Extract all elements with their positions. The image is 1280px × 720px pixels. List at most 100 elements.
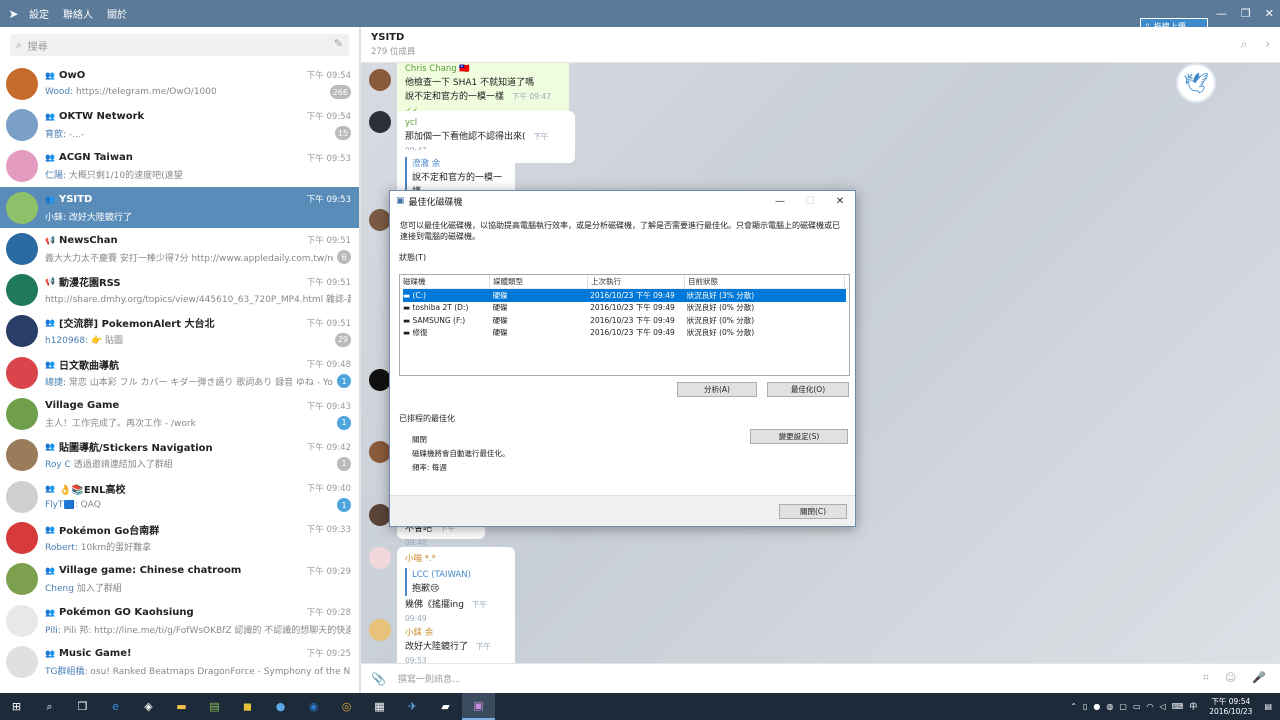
avatar [6, 356, 38, 389]
restore-icon[interactable]: ❐ [1241, 7, 1251, 20]
search-icon[interactable]: ⌕ [1240, 37, 1247, 52]
app-icon[interactable]: ◉ [297, 693, 330, 720]
avatar[interactable] [369, 209, 391, 231]
chat-list-item[interactable]: 👥 貼圖導航/Stickers Navigation 下午 09:42 Roy C 透… [0, 435, 359, 476]
message-sender[interactable]: ycl [405, 116, 567, 130]
task-view-icon[interactable]: ❐ [66, 693, 99, 720]
optimize-button[interactable]: 最佳化(O) [767, 382, 849, 397]
windows-start-icon[interactable]: ⊞ [0, 693, 33, 720]
wifi-icon[interactable]: ◠ [1147, 702, 1154, 711]
volume-icon[interactable]: ◁ [1160, 702, 1166, 711]
app-icon[interactable]: ◼ [231, 693, 264, 720]
avatar[interactable] [369, 369, 391, 391]
avatar[interactable] [369, 441, 391, 463]
chat-title[interactable]: YSITD [371, 32, 1280, 43]
chat-list-item[interactable]: Village Game 下午 09:43 主人！工作完成了。再次工作 - /wor… [0, 393, 359, 434]
avatar [6, 274, 38, 307]
column-drive[interactable]: 磁碟機 [400, 275, 490, 288]
column-last-run[interactable]: 上次執行 [588, 275, 685, 288]
app-icon[interactable]: ▦ [363, 693, 396, 720]
drive-row[interactable]: ▬ SAMSUNG (F:) 硬碟 2016/10/23 下午 09:49 狀況良好 … [403, 314, 846, 327]
avatar[interactable] [369, 69, 391, 91]
notification-icon[interactable]: ▤ [1264, 702, 1272, 711]
avatar[interactable] [369, 111, 391, 133]
avatar [6, 604, 38, 637]
column-media-type[interactable]: 媒體類型 [490, 275, 588, 288]
column-status[interactable]: 目前狀態 [685, 275, 845, 288]
app-icon[interactable]: ◈ [132, 693, 165, 720]
chrome-icon[interactable]: ◎ [330, 693, 363, 720]
chat-list-item[interactable]: 👥 YSITD 下午 09:53 小銇: 改好大陸鏡行了 [0, 186, 359, 229]
app-icon[interactable]: ▰ [429, 693, 462, 720]
message-composer: 📎 撰寫一則訊息... ⌗ ☺ 🎤 [361, 663, 1280, 693]
chat-list-item[interactable]: 👥 OwO 下午 09:54 Wood: https://telegram.me/Ow… [0, 63, 359, 104]
reply-quote[interactable]: LCC (TAIWAN) 抱歉😢 [405, 568, 507, 596]
close-button[interactable]: 關閉(C) [779, 504, 847, 519]
avatar[interactable] [369, 547, 391, 569]
menu-settings[interactable]: 設定 [29, 6, 49, 21]
clock[interactable]: 下午 09:54 2016/10/23 [1209, 697, 1252, 717]
avatar[interactable] [369, 619, 391, 641]
emoji-icon[interactable]: ☺ [1225, 671, 1236, 685]
message-sender[interactable]: Chris Chang 🇹🇼 [405, 63, 561, 76]
tray-icon[interactable]: ▯ [1083, 702, 1087, 711]
menu-about[interactable]: 關於 [107, 6, 127, 21]
chat-list-item[interactable]: 👥 👌📚ENL高校 下午 09:40 FlyT🟦: QAQ 1 [0, 476, 359, 517]
chat-list-item[interactable]: 👥 Music Game! 下午 09:25 TG群組橋: osu! Ranked B… [0, 641, 359, 682]
tray-icon[interactable]: ▢ [1119, 702, 1127, 711]
chat-name: 貼圖導航/Stickers Navigation [58, 443, 213, 455]
ime-indicator[interactable]: 中 [1189, 701, 1197, 712]
tray-icon[interactable]: ◍ [1106, 702, 1113, 711]
compose-pencil-icon[interactable]: ✎ [334, 37, 343, 50]
tray-icon[interactable]: ● [1093, 702, 1100, 711]
chat-list-item[interactable]: 📢 NewsChan 下午 09:51 義大大力太不慶賽 安打一棒少得7分 http:… [0, 228, 359, 269]
chat-list-item[interactable]: 👥 [交流群] PokemonAlert 大台北 下午 09:51 h120968: … [0, 311, 359, 352]
telegram-icon[interactable]: ● [264, 693, 297, 720]
app-icon[interactable]: ▤ [198, 693, 231, 720]
minimize-icon[interactable]: — [765, 191, 795, 211]
chat-name: [交流群] PokemonAlert 大台北 [58, 319, 215, 331]
search-icon[interactable]: ⌕ [33, 693, 66, 720]
taskbar: ⊞ ⌕ ❐ e ◈ ▬ ▤ ◼ ● ◉ ◎ ▦ ✈ ▰ ▣ ⌃ ▯ ● ◍ ▢ … [0, 693, 1280, 720]
chat-list-item[interactable]: 👥 Pokémon GO Kaohsiung 下午 09:28 Pili: Pili … [0, 600, 359, 641]
analyze-button[interactable]: 分析(A) [677, 382, 757, 397]
app-icon[interactable]: ✈ [396, 693, 429, 720]
menu-contacts[interactable]: 聯絡人 [63, 6, 93, 21]
chat-list-item[interactable]: 👥 Village game: Chinese chatroom 下午 09:29 C… [0, 559, 359, 600]
search-input[interactable]: ⌕ 搜尋 [10, 34, 349, 56]
minimize-icon[interactable]: — [1216, 7, 1227, 20]
message-sender[interactable]: 小喵 *.* [405, 552, 507, 566]
chat-list-item[interactable]: 👥 Pokémon Go台南群 下午 09:33 Robert: 10km的蛋好難拿 [0, 517, 359, 558]
file-explorer-icon[interactable]: ▬ [165, 693, 198, 720]
telegram-logo-icon[interactable]: ➤ [0, 0, 27, 27]
drive-row[interactable]: ▬ toshiba 2T (D:) 硬碟 2016/10/23 下午 09:49 狀況… [403, 302, 846, 315]
chat-name: Pokémon GO Kaohsiung [58, 606, 194, 618]
message-input[interactable]: 撰寫一則訊息... [398, 672, 461, 685]
close-icon[interactable]: ✕ [1265, 7, 1274, 20]
defrag-taskbar-icon[interactable]: ▣ [462, 693, 495, 720]
battery-icon[interactable]: ▭ [1133, 702, 1141, 711]
chevron-up-icon[interactable]: ⌃ [1070, 702, 1077, 711]
chat-time: 下午 09:51 [306, 236, 351, 247]
close-icon[interactable]: ✕ [825, 191, 855, 211]
drive-row[interactable]: ▬ (C:) 硬碟 2016/10/23 下午 09:49 狀況良好 (3% 分散) [403, 289, 846, 302]
keyboard-icon[interactable]: ⌨ [1172, 702, 1184, 711]
chat-list-item[interactable]: 👥 ACGN Taiwan 下午 09:53 仁陽: 大概只剩1/10的速度吧(遠望 [0, 146, 359, 187]
bot-command-icon[interactable]: ⌗ [1203, 671, 1209, 685]
microphone-icon[interactable]: 🎤 [1252, 671, 1266, 685]
attach-icon[interactable]: 📎 [371, 672, 386, 686]
group-icon: 👥 [45, 111, 55, 121]
edge-browser-icon[interactable]: e [99, 693, 132, 720]
message-sender[interactable]: 小銇 余 [405, 626, 507, 640]
message-text: 他檢查一下 SHA1 不就知道了嗎 [405, 78, 535, 88]
chat-preview: Wood: https://telegram.me/OwO/1000 [45, 87, 217, 98]
chat-list-item[interactable]: 📢 動漫花園RSS 下午 09:51 http://share.dmhy.org/to… [0, 269, 359, 310]
change-settings-button[interactable]: 變更設定(S) [750, 429, 848, 444]
chat-list-sidebar: ⌕ 搜尋 ✎ 👥 OwO 下午 09:54 Wood: https://telegra… [0, 27, 360, 693]
drive-row[interactable]: ▬ 修復 硬碟 2016/10/23 下午 09:49 狀況良好 (0% 分散) [403, 327, 846, 340]
chevron-right-icon[interactable]: › [1265, 37, 1270, 52]
dialog-title: 最佳化磁碟機 [408, 197, 463, 208]
chat-list-item[interactable]: 👥 OKTW Network 下午 09:54 育歆: -...- 15 [0, 104, 359, 145]
avatar[interactable] [369, 504, 391, 526]
chat-list-item[interactable]: 👥 日文歌曲導航 下午 09:48 總捷: 常恋 山本彩 フル カバー キダー弾き語り… [0, 352, 359, 393]
